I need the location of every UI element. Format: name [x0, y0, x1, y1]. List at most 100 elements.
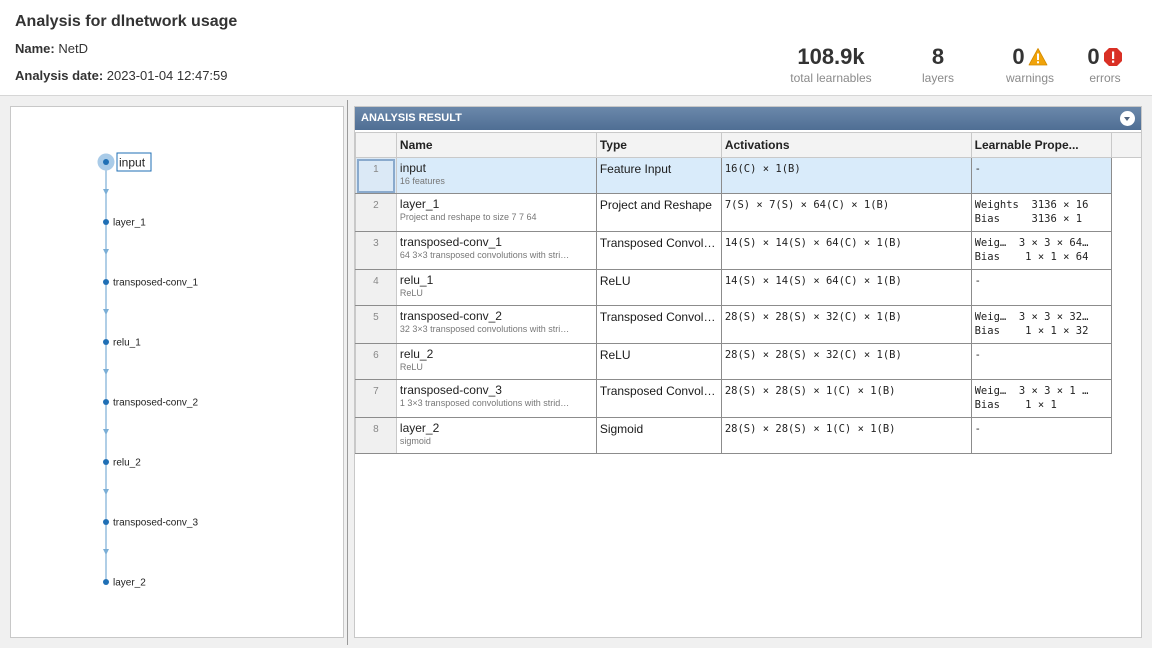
graph-node[interactable]	[103, 219, 109, 225]
layer-description: 64 3×3 transposed convolutions with stri…	[399, 250, 570, 260]
stat-warnings[interactable]: 0 warnings	[998, 44, 1062, 85]
graph-node[interactable]	[103, 459, 109, 465]
stat-learnables: 108.9k total learnables	[786, 44, 876, 85]
table-row[interactable]: 1 input 16 features Feature Input 16(C) × 1(…	[355, 157, 1142, 194]
row-index: 5	[355, 305, 397, 344]
activations-value: 28(S) × 28(S) × 32(C) × 1(B)	[724, 311, 902, 323]
table-row[interactable]: 4 relu_1 ReLU ReLU 14(S) × 14(S) × 64(C) × 1…	[355, 269, 1142, 306]
row-index: 7	[355, 379, 397, 418]
layer-description: ReLU	[399, 362, 423, 372]
name-label: Name:	[15, 41, 55, 56]
stat-errors[interactable]: 0 errors	[1080, 44, 1130, 85]
layer-name: layer_2	[399, 421, 440, 435]
warning-triangle-icon	[1028, 48, 1048, 66]
layer-graph[interactable]: input layer_1 transposed-conv_1 relu_1trans…	[11, 107, 343, 637]
edge-arrow-icon	[103, 309, 109, 315]
learnables-line-2: Bias 1 × 1 × 64	[974, 251, 1089, 263]
analysis-result-title: ANALYSIS RESULT	[361, 112, 462, 124]
layer-name-cell: transposed-conv_1 64 3×3 transposed convo…	[395, 231, 597, 270]
graph-node[interactable]	[103, 519, 109, 525]
table-row[interactable]: 7 transposed-conv_3 1 3×3 transposed convo…	[355, 379, 1142, 418]
table-row[interactable]: 5 transposed-conv_2 32 3×3 transposed conv…	[355, 305, 1142, 344]
edge-arrow-icon	[103, 429, 109, 435]
layer-name-cell: relu_1 ReLU	[395, 269, 597, 306]
graph-node-label[interactable]: transposed-conv_2	[113, 398, 198, 409]
layer-name-cell: transposed-conv_3 1 3×3 transposed convol…	[395, 379, 597, 418]
layer-name-cell: input 16 features	[395, 157, 597, 194]
edge-arrow-icon	[103, 369, 109, 375]
learnables-line-2: Bias 1 × 1 × 32	[974, 325, 1089, 337]
graph-node[interactable]	[103, 159, 109, 165]
warnings-label: warnings	[1005, 71, 1055, 85]
learnables-value: 108.9k	[797, 44, 865, 69]
activations-value: 7(S) × 7(S) × 64(C) × 1(B)	[724, 199, 890, 211]
table-row[interactable]: 2 layer_1 Project and reshape to size 7 7 …	[355, 193, 1142, 232]
edge-arrow-icon	[103, 189, 109, 195]
table-row[interactable]: 8 layer_2 sigmoid Sigmoid 28(S) × 28(S) × 1(…	[355, 417, 1142, 454]
graph-node-label[interactable]: relu_2	[113, 458, 141, 469]
layer-name: transposed-conv_2	[399, 309, 502, 323]
graph-node[interactable]	[103, 579, 109, 585]
learnables-line-2: Bias 1 × 1	[974, 399, 1057, 411]
row-index: 3	[355, 231, 397, 270]
learnables-line-1: Weig… 3 × 3 × 1 …	[974, 385, 1089, 397]
activations-cell: 28(S) × 28(S) × 1(C) × 1(B)	[720, 417, 972, 454]
graph-node[interactable]	[103, 279, 109, 285]
column-header-name[interactable]: Name	[395, 132, 597, 158]
layer-name-cell: relu_2 ReLU	[395, 343, 597, 380]
learnables-line-2: Bias 3136 × 1	[974, 213, 1083, 225]
network-graph-panel[interactable]: input layer_1 transposed-conv_1 relu_1trans…	[10, 106, 344, 638]
graph-node-label[interactable]: transposed-conv_1	[113, 278, 198, 289]
layer-type-cell: Sigmoid	[595, 417, 722, 454]
layer-type: ReLU	[599, 348, 631, 362]
row-index: 8	[355, 417, 397, 454]
layer-name: relu_1	[399, 273, 434, 287]
table-row[interactable]: 6 relu_2 ReLU ReLU 28(S) × 28(S) × 32(C) × 1…	[355, 343, 1142, 380]
column-header-type[interactable]: Type	[595, 132, 722, 158]
layer-type-cell: Project and Reshape	[595, 193, 722, 232]
graph-node-label[interactable]: layer_2	[113, 578, 146, 589]
learnables-line-1: Weights 3136 × 16	[974, 199, 1089, 211]
network-name-row: Name: NetD	[15, 41, 88, 56]
layer-table: Name Type Activations Learnable Prope...…	[355, 132, 1141, 454]
learnables-line-1: Weig… 3 × 3 × 64…	[974, 237, 1089, 249]
table-row[interactable]: 3 transposed-conv_1 64 3×3 transposed conv…	[355, 231, 1142, 270]
analysis-header: Analysis for dlnetwork usage Name: NetD …	[0, 0, 1152, 96]
layer-type: Transposed Convol…	[599, 236, 716, 250]
layer-description: ReLU	[399, 288, 423, 298]
activations-cell: 28(S) × 28(S) × 32(C) × 1(B)	[720, 343, 972, 380]
learnables-cell: Weig… 3 × 3 × 1 … Bias 1 × 1	[970, 379, 1112, 418]
learnables-cell: -	[970, 417, 1112, 454]
activations-cell: 16(C) × 1(B)	[720, 157, 972, 194]
learnables-cell: -	[970, 157, 1112, 194]
layer-type-cell: Transposed Convol…	[595, 231, 722, 270]
learnables-cell: Weig… 3 × 3 × 64… Bias 1 × 1 × 64	[970, 231, 1112, 270]
column-header-learnables[interactable]: Learnable Prope...	[970, 132, 1112, 158]
graph-node-label[interactable]: layer_1	[113, 218, 146, 229]
analysis-date: 2023-01-04 12:47:59	[106, 68, 228, 83]
row-index: 6	[355, 343, 397, 380]
errors-label: errors	[1089, 71, 1121, 85]
layer-name-cell: layer_1 Project and reshape to size 7 7 6…	[395, 193, 597, 232]
layer-name-cell: layer_2 sigmoid	[395, 417, 597, 454]
column-header-activations[interactable]: Activations	[720, 132, 972, 158]
graph-node-label[interactable]: transposed-conv_3	[113, 518, 198, 529]
activations-value: 14(S) × 14(S) × 64(C) × 1(B)	[724, 237, 902, 249]
learnables-line-1: -	[974, 275, 981, 287]
activations-cell: 28(S) × 28(S) × 1(C) × 1(B)	[720, 379, 972, 418]
activations-cell: 7(S) × 7(S) × 64(C) × 1(B)	[720, 193, 972, 232]
collapse-icon[interactable]	[1120, 111, 1135, 126]
activations-value: 28(S) × 28(S) × 32(C) × 1(B)	[724, 349, 902, 361]
layer-type-cell: Feature Input	[595, 157, 722, 194]
layer-description: Project and reshape to size 7 7 64	[399, 212, 537, 222]
layer-description: sigmoid	[399, 436, 431, 446]
layer-type: Feature Input	[599, 162, 672, 176]
layer-type-cell: Transposed Convol…	[595, 305, 722, 344]
graph-node[interactable]	[103, 399, 109, 405]
graph-node-label[interactable]: relu_1	[113, 338, 141, 349]
layer-type: Project and Reshape	[599, 198, 712, 212]
graph-node[interactable]	[103, 339, 109, 345]
panel-splitter[interactable]	[347, 100, 348, 645]
graph-node-label[interactable]: input	[119, 156, 146, 170]
activations-cell: 14(S) × 14(S) × 64(C) × 1(B)	[720, 269, 972, 306]
